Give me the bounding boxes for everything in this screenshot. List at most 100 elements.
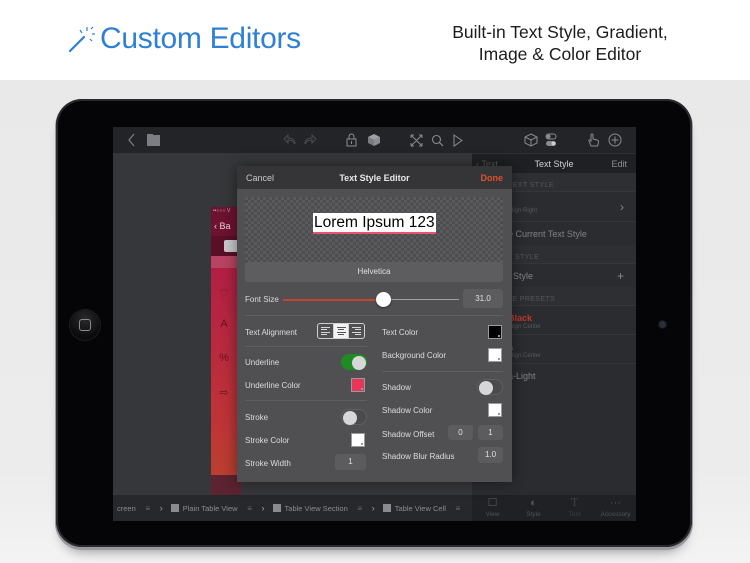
layers-icon[interactable] [367,131,381,149]
divider [245,400,367,401]
heart-check-icon: ♡ [219,288,229,300]
lock-icon[interactable] [346,131,357,149]
banner-subtitle-line2: Image & Color Editor [478,44,642,64]
menu-icon[interactable]: ≡ [352,495,368,521]
shadow-offset-y-field[interactable]: 1 [478,425,503,440]
chevron-right-icon: › [261,503,265,513]
stroke-width-label: Stroke Width [245,459,291,468]
menu-icon[interactable]: ≡ [450,495,466,521]
banner-subtitle-line1: Built-in Text Style, Gradient, [452,22,668,42]
slider-fill [283,298,384,301]
breadcrumb-item[interactable]: Plain Table View [167,495,242,521]
breadcrumb: creen ≡ › Plain Table View ≡ › Table Vie… [113,495,472,521]
letter-a-icon: A [220,318,228,330]
underline-label: Underline [245,358,280,367]
app-store-screenshot: Custom Editors Built-in Text Style, Grad… [0,0,750,563]
redo-icon[interactable] [303,131,317,149]
toggles-icon[interactable] [545,131,557,149]
align-left-option[interactable] [318,324,334,338]
align-center-icon [336,326,346,336]
font-size-label: Font Size [245,295,279,304]
align-center-option[interactable] [333,324,350,338]
chevron-right-icon: › [159,503,163,513]
shadow-label: Shadow [382,383,411,392]
view-square-icon [272,504,281,512]
done-button[interactable]: Done [481,173,504,183]
banner-title-text: Custom Editors [100,22,301,55]
exit-icon: ⇨ [219,387,229,399]
style-toggle-icon: ◐ [530,497,537,509]
modal-header: Cancel Text Style Editor Done [237,166,512,189]
divider [245,315,503,316]
chevron-right-icon: › [371,503,375,513]
underline-color-swatch[interactable] [351,378,365,392]
slider-thumb[interactable] [375,292,391,307]
add-circle-icon[interactable] [608,131,622,149]
modal-title: Text Style Editor [339,173,410,183]
text-color-label: Text Color [382,328,419,337]
font-size-slider[interactable] [283,292,459,307]
align-left-icon [320,326,330,336]
shadow-color-swatch[interactable] [488,403,502,417]
stroke-toggle[interactable] [341,409,367,425]
text-color-swatch[interactable] [488,325,502,339]
plus-icon[interactable]: + [617,269,624,283]
view-square-icon: ☐ [487,497,498,509]
align-right-option[interactable] [349,324,364,338]
text-alignment-label: Text Alignment [245,328,298,337]
preset-sub: Align Center [508,324,542,330]
shadow-offset-x-field[interactable]: 0 [448,425,473,440]
stroke-color-label: Stroke Color [245,436,290,445]
menu-icon[interactable]: ≡ [140,495,156,521]
back-chevron-icon[interactable] [127,131,136,149]
tab-view[interactable]: ☐ View [472,495,513,521]
top-toolbar [113,127,636,153]
breadcrumb-item[interactable]: creen [113,495,140,521]
menu-icon[interactable]: ≡ [242,495,258,521]
tab-text[interactable]: T Text [554,495,595,521]
inspector-tab-bar: ☐ View ◐ Style T Text ··· Accessory [472,495,636,521]
background-color-swatch[interactable] [488,348,502,362]
current-action-label: e Current Text Style [508,229,587,239]
divider [245,346,367,347]
panel-edit-button[interactable]: Edit [611,159,627,169]
font-size-value[interactable]: 31.0 [463,289,503,308]
search-icon[interactable] [431,131,444,149]
camera-dot [659,321,666,328]
text-t-icon: T [570,496,579,509]
stroke-width-field[interactable]: 1 [335,454,366,470]
breadcrumb-item[interactable]: Table View Cell [379,495,450,521]
underline-color-label: Underline Color [245,381,301,390]
preset-sub: Align Center [508,353,542,359]
tab-style[interactable]: ◐ Style [513,495,554,521]
shadow-offset-label: Shadow Offset [382,430,435,439]
shadow-blur-label: Shadow Blur Radius [382,452,455,461]
shadow-blur-field[interactable]: 1.0 [478,447,503,463]
stroke-color-swatch[interactable] [351,433,365,447]
fullscreen-icon[interactable] [410,131,423,149]
stroke-label: Stroke [245,413,269,422]
ellipsis-icon: ··· [610,497,621,509]
underline-toggle[interactable] [341,354,367,370]
hand-icon[interactable] [587,131,600,149]
promo-banner: Custom Editors Built-in Text Style, Grad… [0,0,750,80]
current-style-sub: Align Right [508,208,538,214]
banner-title: Custom Editors [66,22,301,56]
undo-icon[interactable] [283,131,297,149]
font-picker-button[interactable]: Helvetica [245,262,503,282]
text-alignment-segmented [317,323,365,339]
breadcrumb-item[interactable]: Table View Section [269,495,352,521]
cube-icon[interactable] [524,131,538,149]
tab-accessory[interactable]: ··· Accessory [595,495,636,521]
view-square-icon [382,504,391,512]
shadow-color-label: Shadow Color [382,406,433,415]
shadow-toggle[interactable] [477,379,503,395]
view-square-icon [170,504,179,512]
banner-subtitle: Built-in Text Style, Gradient, Image & C… [440,21,680,65]
preset-name: a-Light [508,371,536,381]
align-right-icon [352,326,362,336]
play-icon[interactable] [453,131,463,149]
divider [382,371,503,372]
background-color-label: Background Color [382,351,447,360]
folder-icon[interactable] [147,131,160,149]
